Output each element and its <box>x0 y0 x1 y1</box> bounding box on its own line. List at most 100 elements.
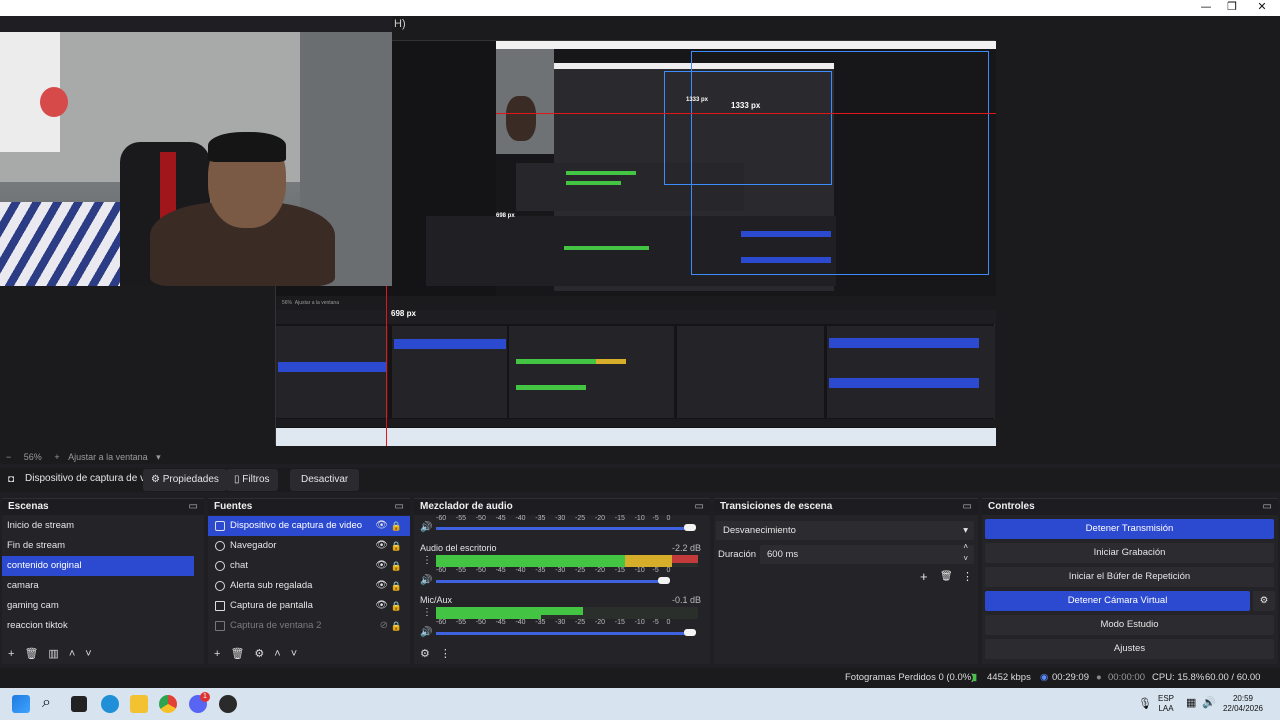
dock-float-icon[interactable]: ▭ <box>963 499 972 515</box>
scene-item[interactable]: reaccion tiktok <box>2 616 204 636</box>
eye-off-icon[interactable]: ⊘ <box>380 616 388 636</box>
add-icon[interactable]: + <box>214 648 220 660</box>
kebab-icon[interactable]: ⋮ <box>422 555 432 566</box>
transition-select[interactable]: Desvanecimiento ▾ <box>716 521 974 540</box>
language-indicator[interactable]: ESP LAA <box>1158 694 1174 714</box>
deactivate-button[interactable]: Desactivar <box>290 469 360 491</box>
dock-float-icon[interactable]: ▭ <box>395 499 404 515</box>
start-replay-buffer-button[interactable]: Iniciar el Búfer de Repetición <box>985 567 1274 587</box>
duration-label: Duración <box>718 549 757 560</box>
trash-icon[interactable]: 🗑 <box>230 648 244 660</box>
lock-icon[interactable]: 🔒 <box>391 536 402 556</box>
chevron-down-icon[interactable]: ▾ <box>156 452 161 462</box>
add-icon[interactable]: + <box>920 569 928 584</box>
microphone-icon[interactable]: 🎙 <box>1138 697 1152 710</box>
zoom-fit[interactable]: Ajustar a la ventana <box>68 452 148 462</box>
studio-mode-button[interactable]: Modo Estudio <box>985 615 1274 635</box>
kebab-icon[interactable]: ⋮ <box>440 648 451 660</box>
menu-bar[interactable]: H) <box>392 16 1280 32</box>
mixer-footer: ⚙ ⋮ <box>414 644 710 664</box>
chevron-down-icon[interactable]: ˅ <box>291 648 297 660</box>
nested-mixer-meter-1 <box>516 359 596 364</box>
clock[interactable]: 20:59 22/04/2026 <box>1218 694 1268 714</box>
eye-icon[interactable]: 👁 <box>375 596 388 616</box>
add-icon[interactable]: + <box>8 648 14 660</box>
zoom-minus[interactable]: − <box>6 452 11 462</box>
search-icon[interactable]: ⌕ <box>42 694 51 712</box>
lock-icon[interactable]: 🔒 <box>391 576 402 596</box>
chevron-up-icon[interactable]: ˄ <box>274 648 280 660</box>
source-item-hidden[interactable]: Captura de ventana 2 ⊘ 🔒 <box>208 616 410 636</box>
dock-float-icon[interactable]: ▭ <box>189 499 198 515</box>
eye-icon[interactable]: 👁 <box>375 516 388 536</box>
speaker-icon[interactable]: 🔊 <box>420 522 432 533</box>
scenes-dock: Escenas ▭ Inicio de stream Fin de stream … <box>2 498 204 664</box>
volume-knob[interactable] <box>684 629 696 636</box>
preview-canvas[interactable]: 1333 px 1333 px 698 px 56% Ajustar a la … <box>0 32 1280 450</box>
scene-item-selected[interactable]: contenido original <box>2 556 194 576</box>
menu-fragment[interactable]: H) <box>394 18 406 30</box>
zoom-plus[interactable]: + <box>54 452 59 462</box>
eye-icon[interactable]: 👁 <box>375 576 388 596</box>
source-item[interactable]: Navegador 👁 🔒 <box>208 536 410 556</box>
maximize-button[interactable]: ❐ <box>1216 0 1248 14</box>
trash-icon[interactable]: 🗑 <box>24 648 38 660</box>
source-item-selected[interactable]: Dispositivo de captura de video 👁 🔒 <box>208 516 410 536</box>
start-recording-button[interactable]: Iniciar Grabación <box>985 543 1274 563</box>
task-view-icon[interactable] <box>71 696 87 712</box>
channel-db: -0.1 dB <box>672 595 702 605</box>
scene-item[interactable]: Fin de stream <box>2 536 204 556</box>
language-code: ESP <box>1158 694 1175 703</box>
lock-icon[interactable]: 🔒 <box>391 516 402 536</box>
source-item[interactable]: Captura de pantalla 👁 🔒 <box>208 596 410 616</box>
chrome-icon[interactable] <box>159 695 177 713</box>
kebab-icon[interactable]: ⋮ <box>422 607 432 618</box>
source-item[interactable]: chat 👁 🔒 <box>208 556 410 576</box>
lock-icon[interactable]: 🔒 <box>391 596 402 616</box>
eye-icon[interactable]: 👁 <box>375 536 388 556</box>
network-icon[interactable]: ▦ <box>1186 696 1196 709</box>
windows-start-icon[interactable] <box>12 695 30 713</box>
stop-stream-button[interactable]: Detener Transmisión <box>985 519 1274 539</box>
volume-knob[interactable] <box>684 524 696 531</box>
volume-slider[interactable] <box>436 580 666 583</box>
spin-arrows-icon[interactable]: ˄ ˅ <box>963 541 968 565</box>
scene-item[interactable]: gaming cam <box>2 596 204 616</box>
speaker-icon[interactable]: 🔊 <box>420 627 432 638</box>
source-item[interactable]: Alerta sub regalada 👁 🔒 <box>208 576 410 596</box>
lock-icon[interactable]: 🔒 <box>391 616 402 636</box>
gear-icon: ⚙ <box>1259 595 1269 606</box>
chevron-down-icon[interactable]: ˅ <box>85 648 91 660</box>
gear-icon[interactable]: ⚙ <box>254 648 264 660</box>
dock-float-icon[interactable]: ▭ <box>695 499 704 515</box>
virtual-camera-settings-button[interactable]: ⚙ <box>1253 591 1275 611</box>
trash-icon[interactable]: 🗑 <box>940 571 953 582</box>
globe-icon <box>215 581 225 591</box>
scene-item[interactable]: camara <box>2 576 204 596</box>
properties-button[interactable]: ⚙ Propiedades <box>143 469 227 491</box>
stop-virtual-camera-button[interactable]: Detener Cámara Virtual <box>985 591 1250 611</box>
settings-button[interactable]: Ajustes <box>985 639 1274 659</box>
obs-icon[interactable] <box>219 695 237 713</box>
file-explorer-icon[interactable] <box>130 695 148 713</box>
close-button[interactable]: ✕ <box>1246 0 1278 14</box>
lock-icon[interactable]: 🔒 <box>391 556 402 576</box>
kebab-icon[interactable]: ⋮ <box>962 570 973 583</box>
eye-icon[interactable]: 👁 <box>375 556 388 576</box>
chevron-up-icon[interactable]: ˄ <box>69 648 75 660</box>
volume-slider[interactable] <box>436 527 691 530</box>
scene-item[interactable]: Inicio de stream <box>2 516 204 536</box>
duration-spinbox[interactable]: 600 ms ˄ ˅ <box>760 542 974 564</box>
gear-icon: ⚙ <box>151 474 163 485</box>
scenes-footer: + 🗑 ▥ ˄ ˅ <box>2 644 204 664</box>
dock-float-icon[interactable]: ▭ <box>1263 499 1272 515</box>
gear-icon[interactable]: ⚙ <box>420 648 430 660</box>
edge-icon[interactable] <box>101 695 119 713</box>
speaker-icon[interactable]: 🔊 <box>420 575 432 586</box>
volume-knob[interactable] <box>658 577 670 584</box>
volume-icon[interactable]: 🔊 <box>1202 696 1216 709</box>
volume-slider[interactable] <box>436 632 691 635</box>
measure-label-1333-small: 1333 px <box>686 97 709 103</box>
filters-button[interactable]: ▯ Filtros <box>226 469 278 491</box>
filter-icon[interactable]: ▥ <box>48 648 58 660</box>
